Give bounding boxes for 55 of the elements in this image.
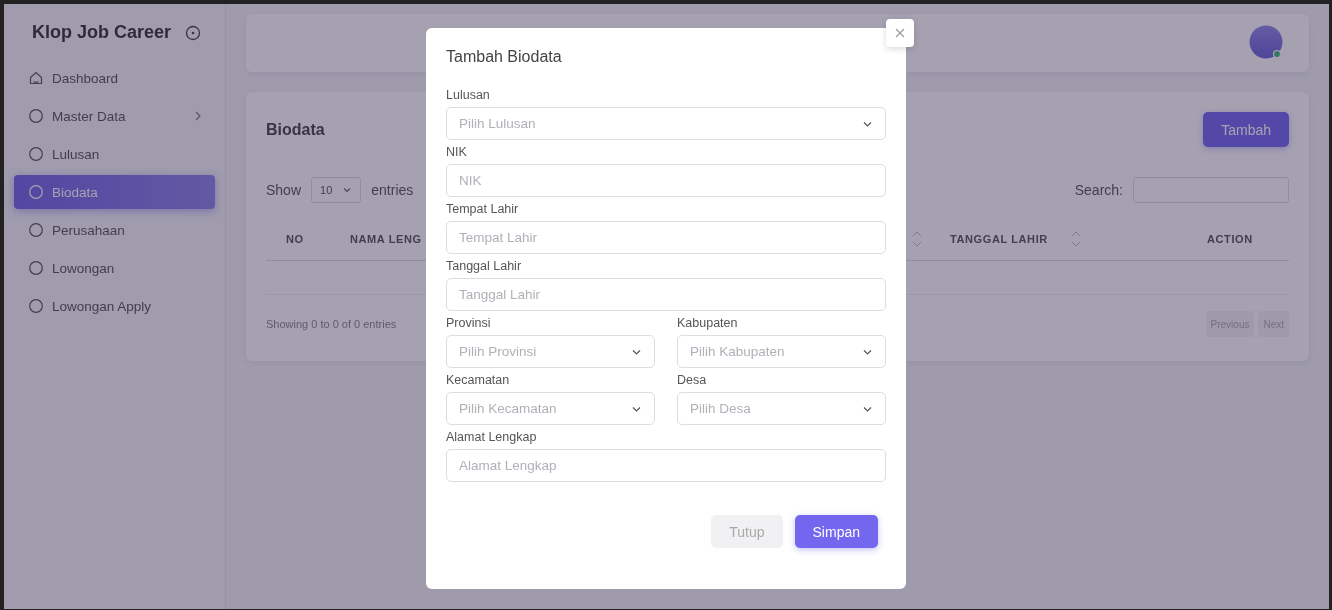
home-icon: [28, 70, 44, 86]
circle-icon: [28, 298, 44, 314]
select-field[interactable]: Pilih Kabupaten: [677, 335, 886, 368]
circle-icon: [28, 222, 44, 238]
add-button[interactable]: Tambah: [1203, 112, 1289, 147]
column-header[interactable]: TANGGAL LAHIR: [950, 232, 1048, 245]
circle-icon: [28, 146, 44, 162]
input-field[interactable]: NIK: [446, 164, 886, 197]
field-label: Desa: [677, 373, 708, 387]
card-title: Biodata: [266, 120, 325, 139]
field-label: NIK: [446, 145, 468, 159]
show-label: Show: [266, 182, 302, 198]
nav-item[interactable]: Master Data: [14, 99, 215, 133]
input-field[interactable]: Tempat Lahir: [446, 221, 886, 254]
table-info: Showing 0 to 0 of 0 entries: [266, 318, 397, 330]
select-field[interactable]: Pilih Desa: [677, 392, 886, 425]
column-header[interactable]: NAMA LENG: [350, 232, 422, 245]
save-button[interactable]: Simpan: [794, 515, 878, 548]
circle-icon: [28, 260, 44, 276]
input-field[interactable]: Alamat Lengkap: [446, 449, 886, 482]
nav-item[interactable]: Lowongan Apply: [14, 289, 215, 323]
search-label: Search:: [1074, 182, 1123, 198]
field-label: Tempat Lahir: [446, 202, 520, 216]
select-field[interactable]: Pilih Provinsi: [446, 335, 655, 368]
sidebar-toggle-icon[interactable]: [185, 24, 202, 41]
field-label: Lulusan: [446, 88, 491, 102]
nav-item[interactable]: Dashboard: [14, 61, 215, 95]
close-button[interactable]: Tutup: [711, 515, 783, 548]
field-label: Tanggal Lahir: [446, 259, 523, 273]
nav-item[interactable]: Lowongan: [14, 251, 215, 285]
circle-icon: [28, 184, 44, 200]
field-label: Kecamatan: [446, 373, 511, 387]
modal-title: Tambah Biodata: [446, 48, 563, 66]
field-label: Kabupaten: [677, 316, 739, 330]
select-field[interactable]: Pilih Kecamatan: [446, 392, 655, 425]
sort-icon[interactable]: [912, 229, 922, 248]
circle-icon: [28, 108, 44, 124]
input-field[interactable]: Tanggal Lahir: [446, 278, 886, 311]
select-field[interactable]: Pilih Lulusan: [446, 107, 886, 140]
chevron-right-icon: [195, 111, 201, 121]
column-header[interactable]: ACTION: [1207, 232, 1253, 245]
close-icon: [895, 28, 905, 38]
brand-title: Klop Job Career: [32, 22, 172, 43]
close-button[interactable]: [886, 19, 914, 47]
sort-icon[interactable]: [1071, 229, 1081, 248]
nav-item[interactable]: Lulusan: [14, 137, 215, 171]
field-label: Alamat Lengkap: [446, 430, 538, 444]
page-size-select[interactable]: 10: [311, 177, 362, 203]
column-header[interactable]: NO: [286, 232, 304, 245]
nav-item[interactable]: Perusahaan: [14, 213, 215, 247]
chevron-down-icon: [342, 185, 353, 195]
avatar-icon[interactable]: [1249, 25, 1285, 61]
nav-item[interactable]: Biodata: [14, 175, 215, 209]
entries-label: entries: [371, 182, 414, 198]
field-label: Provinsi: [446, 316, 492, 330]
